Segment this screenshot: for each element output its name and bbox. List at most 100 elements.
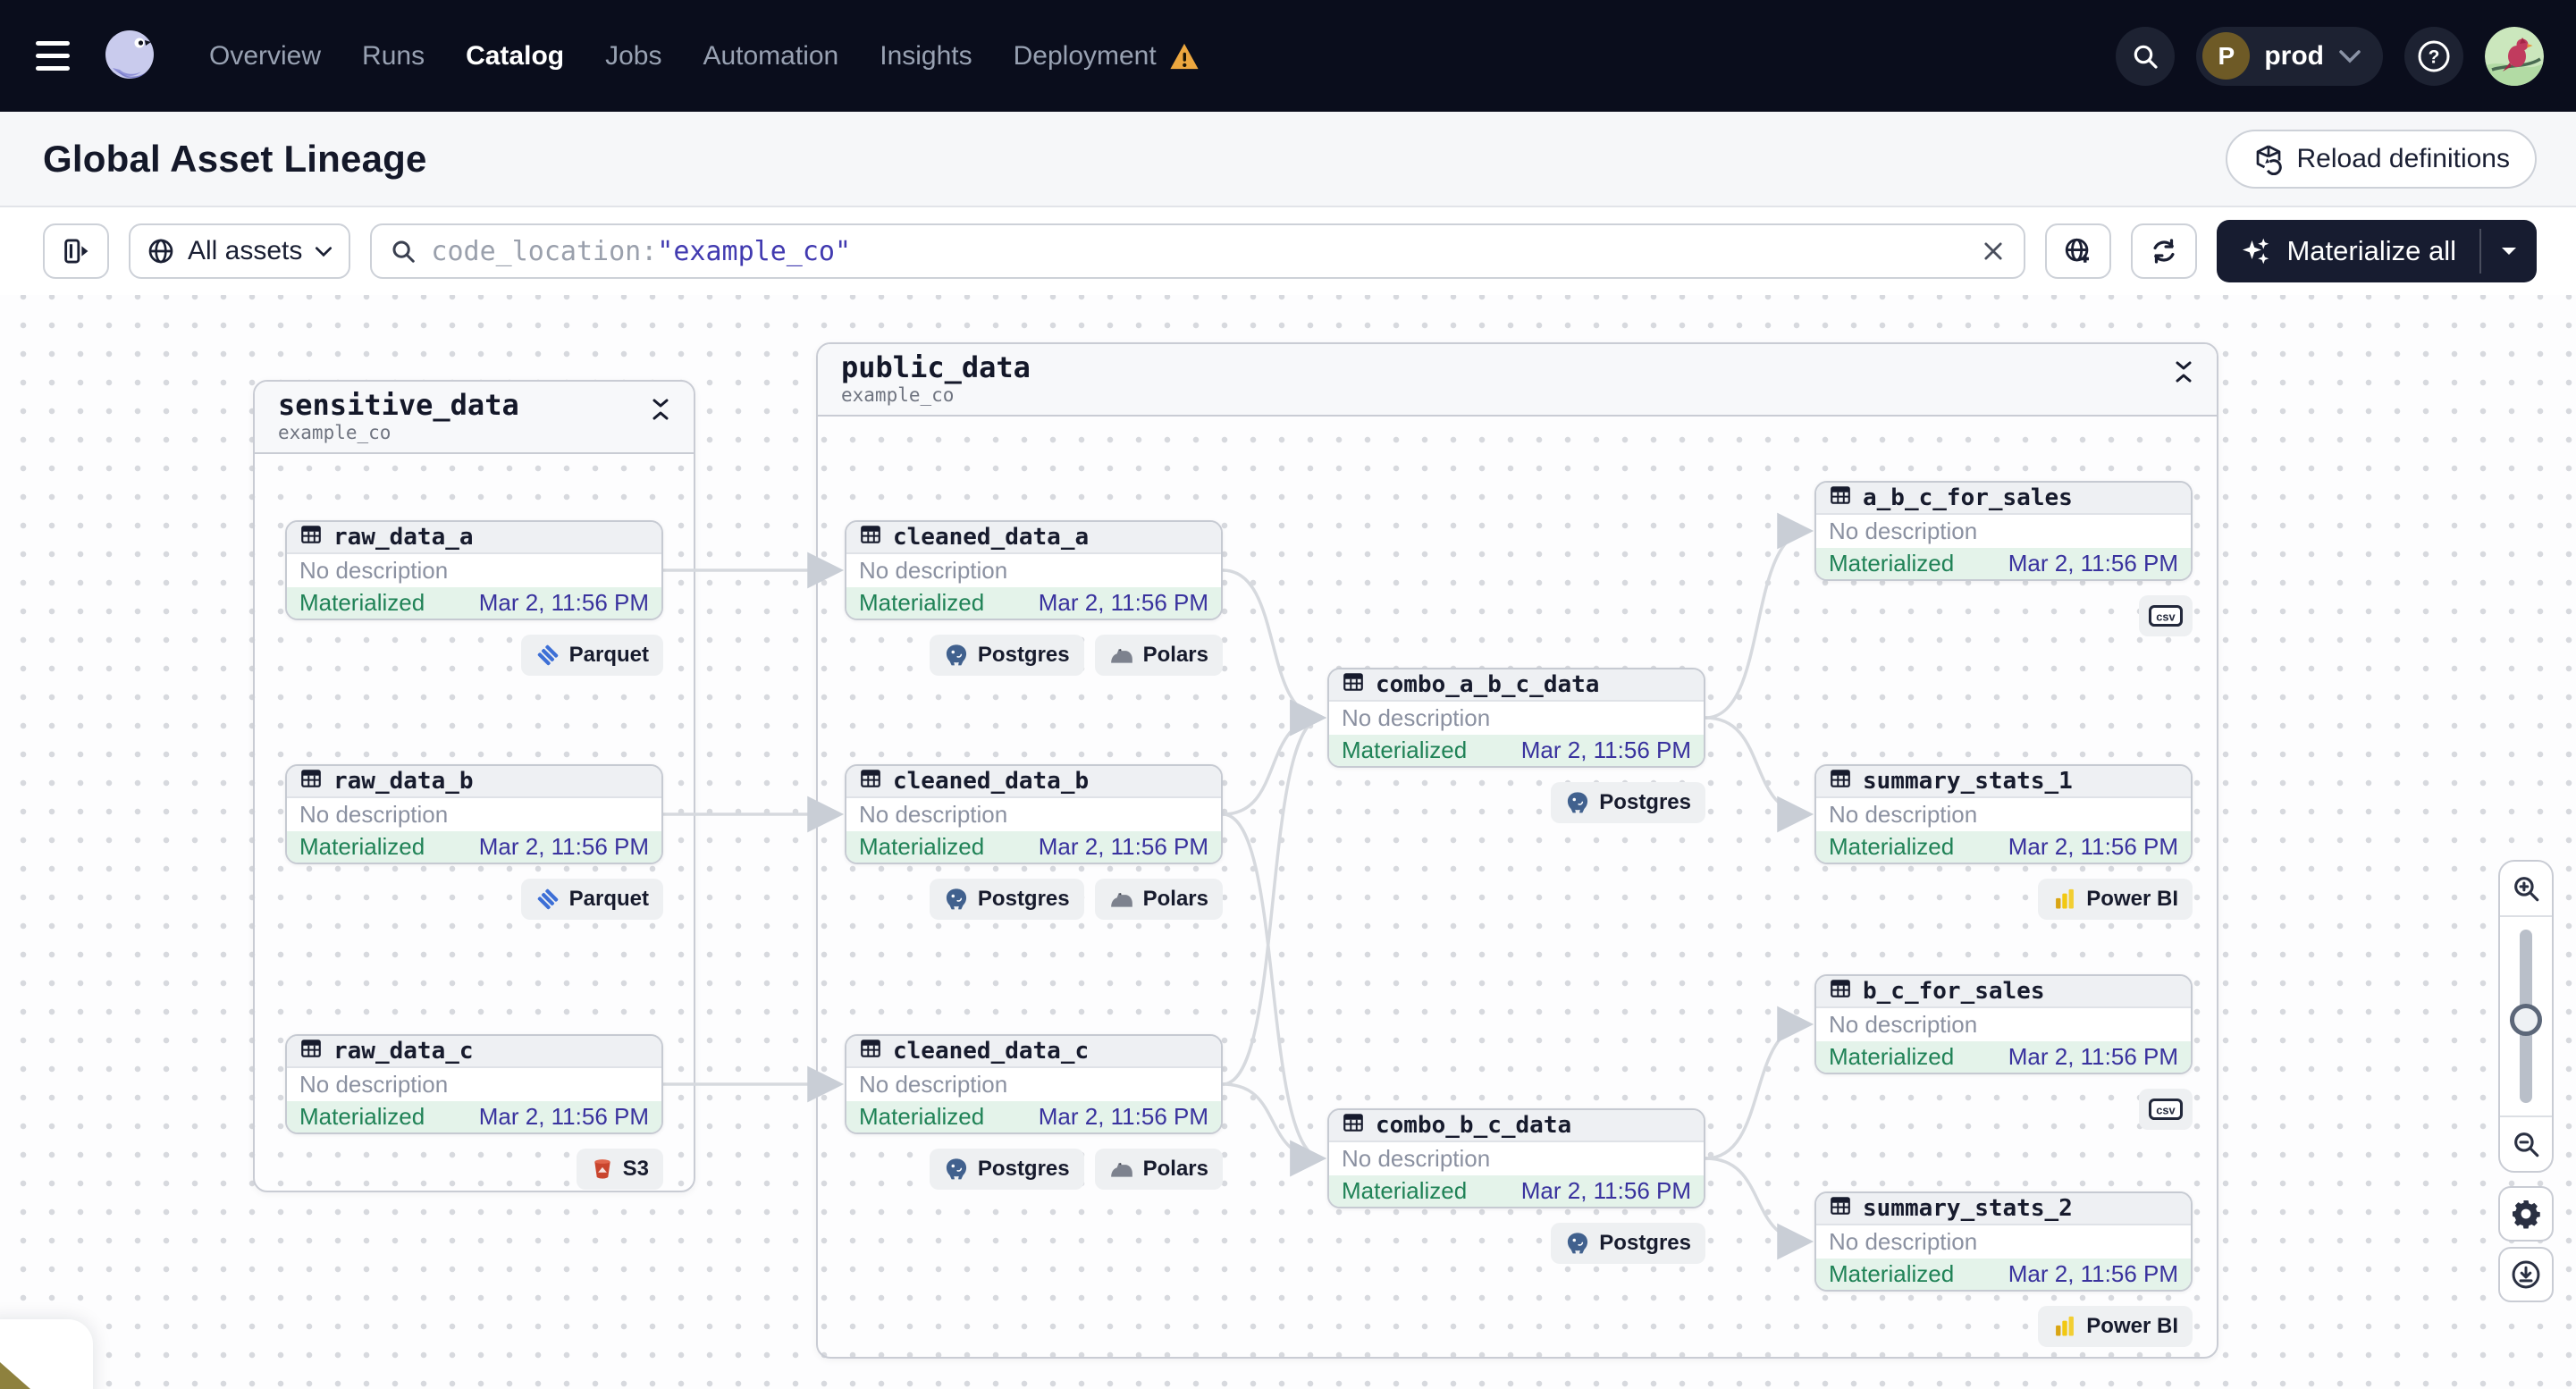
nav-item-insights[interactable]: Insights <box>880 41 972 72</box>
asset-tags: Parquet <box>285 879 663 920</box>
tag-powerbi[interactable]: Power BI <box>2038 1306 2193 1347</box>
search-button[interactable] <box>2116 26 2176 86</box>
status-timestamp: Mar 2, 11:56 PM <box>1520 737 1691 763</box>
tag-postgres[interactable]: Postgres <box>1551 782 1705 823</box>
table-icon <box>1829 977 1852 1006</box>
zoom-slider[interactable] <box>2500 917 2552 1115</box>
asset-name: summary_stats_1 <box>1863 768 2073 795</box>
zoom-out-button[interactable] <box>2500 1115 2552 1171</box>
asset-description: No description <box>1829 801 1978 828</box>
asset-node-a_b_c_for_sales[interactable]: a_b_c_for_sales No description Materiali… <box>1814 481 2193 581</box>
workspace-switcher[interactable]: P prod <box>2196 26 2383 86</box>
table-icon <box>299 523 323 552</box>
lineage-scope-button[interactable] <box>2045 223 2112 279</box>
status-timestamp: Mar 2, 11:56 PM <box>1520 1177 1691 1204</box>
polars-icon <box>1109 1158 1134 1180</box>
nav-item-jobs[interactable]: Jobs <box>605 41 661 72</box>
tag-polars[interactable]: Polars <box>1094 879 1223 920</box>
tag-csv[interactable]: csv <box>2139 595 2193 636</box>
tag-postgres[interactable]: Postgres <box>929 1149 1084 1190</box>
tag-postgres[interactable]: Postgres <box>929 635 1084 676</box>
status-label: Materialized <box>859 833 985 860</box>
nav-item-deployment[interactable]: Deployment <box>1014 41 1200 72</box>
status-label: Materialized <box>1829 550 1955 577</box>
search-icon <box>392 240 416 263</box>
help-button[interactable]: ? <box>2404 26 2463 86</box>
polars-icon <box>1109 644 1134 666</box>
table-icon <box>859 1037 882 1066</box>
caret-down-icon <box>2502 248 2516 255</box>
lineage-canvas[interactable]: sensitive_data example_co public_data ex… <box>0 295 2576 1389</box>
hamburger-menu-icon[interactable] <box>36 37 75 76</box>
zoom-controls <box>2498 860 2554 1173</box>
collapse-icon[interactable] <box>651 398 670 425</box>
asset-description: No description <box>1342 1145 1491 1172</box>
asset-description: No description <box>1829 1228 1978 1255</box>
svg-text:csv: csv <box>2156 610 2176 624</box>
postgres-icon <box>944 1157 969 1182</box>
parquet-icon <box>535 643 560 668</box>
asset-status-row: Materialized Mar 2, 11:56 PM <box>846 587 1221 619</box>
clear-icon[interactable] <box>1981 239 2006 264</box>
asset-node-cleaned_data_a[interactable]: cleaned_data_a No description Materializ… <box>845 520 1223 620</box>
search-input[interactable]: code_location:"example_co" <box>370 223 2026 279</box>
materialize-all-main[interactable]: Materialize all <box>2217 220 2479 282</box>
asset-node-cleaned_data_c[interactable]: cleaned_data_c No description Materializ… <box>845 1034 1223 1134</box>
panel-toggle-button[interactable] <box>43 223 109 279</box>
refresh-button[interactable] <box>2131 223 2198 279</box>
download-graph-button[interactable] <box>2498 1247 2554 1302</box>
filter-toolbar: All assets code_location:"example_co" Ma… <box>0 207 2576 295</box>
status-label: Materialized <box>1829 1260 1955 1287</box>
group-header[interactable]: sensitive_data example_co <box>255 382 694 454</box>
collapse-icon[interactable] <box>2174 360 2193 388</box>
asset-description: No description <box>299 801 449 828</box>
tag-csv[interactable]: csv <box>2139 1089 2193 1130</box>
asset-node-summary_stats_2[interactable]: summary_stats_2 No description Materiali… <box>1814 1191 2193 1292</box>
tag-polars[interactable]: Polars <box>1094 635 1223 676</box>
dagster-logo[interactable] <box>100 27 159 86</box>
asset-node-combo_a_b_c_data[interactable]: combo_a_b_c_data No description Material… <box>1327 668 1705 768</box>
graph-settings-button[interactable] <box>2498 1186 2554 1242</box>
asset-name: combo_a_b_c_data <box>1376 671 1600 698</box>
status-label: Materialized <box>1342 1177 1468 1204</box>
asset-node-summary_stats_1[interactable]: summary_stats_1 No description Materiali… <box>1814 764 2193 864</box>
tag-parquet[interactable]: Parquet <box>520 635 663 676</box>
asset-node-raw_data_a[interactable]: raw_data_a No description Materialized M… <box>285 520 663 620</box>
panel-toggle-icon <box>64 239 88 264</box>
asset-name: combo_b_c_data <box>1376 1112 1572 1139</box>
asset-status-row: Materialized Mar 2, 11:56 PM <box>287 1101 661 1132</box>
nav-item-overview[interactable]: Overview <box>209 41 321 72</box>
zoom-slider-thumb[interactable] <box>2510 1004 2542 1037</box>
tag-label: Polars <box>1142 1157 1208 1181</box>
postgres-icon <box>1565 1231 1590 1256</box>
tag-s3[interactable]: S3 <box>576 1149 663 1190</box>
minimap[interactable] <box>0 1319 93 1389</box>
nav-item-catalog[interactable]: Catalog <box>466 41 564 72</box>
materialize-options-caret[interactable] <box>2481 220 2537 282</box>
user-avatar[interactable] <box>2485 26 2544 86</box>
nav-item-automation[interactable]: Automation <box>703 41 838 72</box>
tag-postgres[interactable]: Postgres <box>1551 1223 1705 1264</box>
status-timestamp: Mar 2, 11:56 PM <box>1038 1103 1208 1130</box>
group-header[interactable]: public_data example_co <box>818 344 2217 417</box>
tag-powerbi[interactable]: Power BI <box>2038 879 2193 920</box>
asset-node-b_c_for_sales[interactable]: b_c_for_sales No description Materialize… <box>1814 974 2193 1074</box>
asset-node-raw_data_c[interactable]: raw_data_c No description Materialized M… <box>285 1034 663 1134</box>
tag-polars[interactable]: Polars <box>1094 1149 1223 1190</box>
globe-icon <box>148 239 173 264</box>
asset-node-combo_b_c_data[interactable]: combo_b_c_data No description Materializ… <box>1327 1108 1705 1208</box>
globe-add-icon <box>2066 238 2090 263</box>
tag-postgres[interactable]: Postgres <box>929 879 1084 920</box>
reload-icon <box>2256 145 2282 175</box>
asset-node-raw_data_b[interactable]: raw_data_b No description Materialized M… <box>285 764 663 864</box>
asset-description: No description <box>859 801 1008 828</box>
search-query-field: code_location: <box>431 235 658 267</box>
reload-definitions-button[interactable]: Reload definitions <box>2225 129 2537 189</box>
nav-item-runs[interactable]: Runs <box>362 41 425 72</box>
tag-parquet[interactable]: Parquet <box>520 879 663 920</box>
table-icon <box>1342 1111 1365 1141</box>
zoom-in-button[interactable] <box>2500 862 2552 917</box>
svg-text:csv: csv <box>2156 1104 2176 1117</box>
asset-node-cleaned_data_b[interactable]: cleaned_data_b No description Materializ… <box>845 764 1223 864</box>
asset-filter-dropdown[interactable]: All assets <box>129 223 351 279</box>
